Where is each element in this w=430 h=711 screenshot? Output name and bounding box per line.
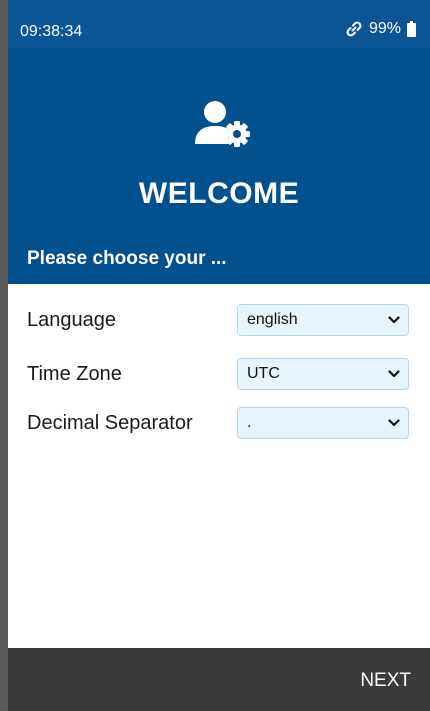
welcome-header: WELCOME Please choose your ... (8, 48, 430, 284)
chevron-down-icon (388, 316, 400, 324)
user-gear-icon (195, 101, 250, 147)
decimal-separator-value: . (247, 414, 252, 431)
status-time: 09:38:34 (20, 23, 83, 40)
battery-icon (407, 21, 416, 37)
language-select[interactable]: english (237, 304, 409, 336)
chevron-down-icon (388, 419, 400, 427)
chevron-down-icon (388, 370, 400, 378)
next-button[interactable]: NEXT (360, 670, 411, 692)
battery-percent: 99% (368, 20, 401, 37)
language-value: english (247, 311, 298, 328)
language-label: Language (27, 309, 116, 331)
page-title: WELCOME (138, 177, 300, 210)
decimal-separator-label: Decimal Separator (27, 412, 193, 434)
time-zone-label: Time Zone (27, 363, 122, 385)
link-icon (346, 21, 362, 37)
status-indicators: 99% (345, 20, 416, 38)
status-bar: 09:38:34 99% (8, 0, 430, 48)
time-zone-select[interactable]: UTC (237, 358, 409, 390)
time-zone-value: UTC (247, 365, 280, 382)
app-screen: 09:38:34 99% WELCOME Please choose your … (8, 0, 430, 711)
time-zone-row: Time Zone UTC (8, 358, 430, 392)
page-subtitle: Please choose your ... (27, 248, 227, 269)
decimal-separator-row: Decimal Separator . (8, 407, 430, 441)
footer-bar: NEXT (8, 648, 430, 711)
language-row: Language english (8, 304, 430, 338)
decimal-separator-select[interactable]: . (237, 407, 409, 439)
